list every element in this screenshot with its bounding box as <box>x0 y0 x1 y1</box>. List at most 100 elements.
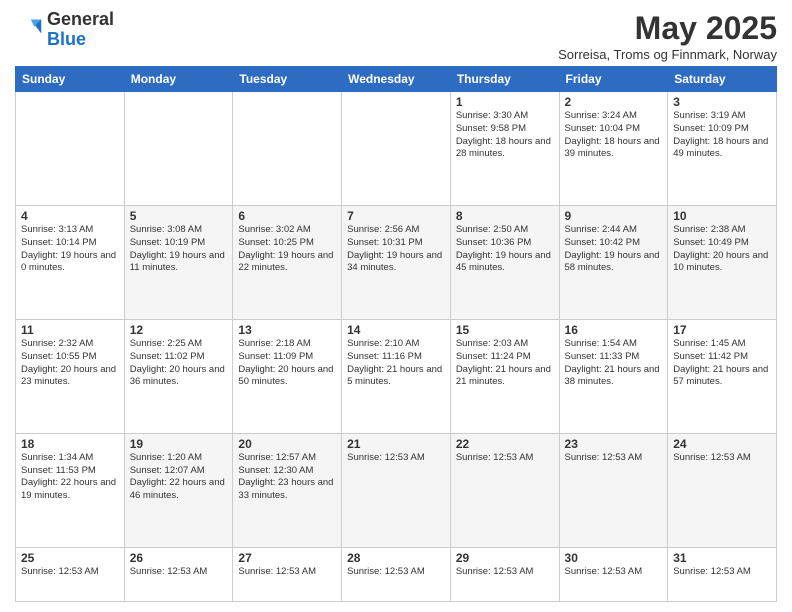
day-info: Sunrise: 2:50 AM Sunset: 10:36 PM Daylig… <box>456 224 554 275</box>
day-info: Sunrise: 2:38 AM Sunset: 10:49 PM Daylig… <box>673 224 771 275</box>
day-number: 20 <box>238 437 336 451</box>
day-number: 16 <box>565 323 663 337</box>
header: General Blue May 2025 Sorreisa, Troms og… <box>15 10 777 62</box>
day-number: 4 <box>21 209 119 223</box>
day-cell: 18Sunrise: 1:34 AM Sunset: 11:53 PM Dayl… <box>16 433 125 547</box>
day-cell: 6Sunrise: 3:02 AM Sunset: 10:25 PM Dayli… <box>233 205 342 319</box>
day-number: 6 <box>238 209 336 223</box>
day-cell: 17Sunrise: 1:45 AM Sunset: 11:42 PM Dayl… <box>668 319 777 433</box>
week-row-4: 18Sunrise: 1:34 AM Sunset: 11:53 PM Dayl… <box>16 433 777 547</box>
logo-general: General <box>47 9 114 29</box>
calendar-table: SundayMondayTuesdayWednesdayThursdayFrid… <box>15 66 777 602</box>
day-info: Sunrise: 2:18 AM Sunset: 11:09 PM Daylig… <box>238 338 336 389</box>
day-info: Sunrise: 2:56 AM Sunset: 10:31 PM Daylig… <box>347 224 445 275</box>
day-cell: 29Sunrise: 12:53 AM <box>450 547 559 601</box>
header-row: SundayMondayTuesdayWednesdayThursdayFrid… <box>16 67 777 92</box>
day-cell: 28Sunrise: 12:53 AM <box>342 547 451 601</box>
day-info: Sunrise: 3:30 AM Sunset: 9:58 PM Dayligh… <box>456 110 554 161</box>
day-number: 23 <box>565 437 663 451</box>
day-cell: 25Sunrise: 12:53 AM <box>16 547 125 601</box>
day-info: Sunrise: 1:54 AM Sunset: 11:33 PM Daylig… <box>565 338 663 389</box>
day-info: Sunrise: 1:20 AM Sunset: 12:07 AM Daylig… <box>130 452 228 503</box>
day-cell: 21Sunrise: 12:53 AM <box>342 433 451 547</box>
day-info: Sunrise: 2:10 AM Sunset: 11:16 PM Daylig… <box>347 338 445 389</box>
day-number: 26 <box>130 551 228 565</box>
day-cell: 7Sunrise: 2:56 AM Sunset: 10:31 PM Dayli… <box>342 205 451 319</box>
day-number: 1 <box>456 95 554 109</box>
day-info: Sunrise: 3:02 AM Sunset: 10:25 PM Daylig… <box>238 224 336 275</box>
day-info: Sunrise: 12:53 AM <box>347 566 445 579</box>
day-cell: 8Sunrise: 2:50 AM Sunset: 10:36 PM Dayli… <box>450 205 559 319</box>
day-number: 19 <box>130 437 228 451</box>
day-cell: 11Sunrise: 2:32 AM Sunset: 10:55 PM Dayl… <box>16 319 125 433</box>
day-cell: 10Sunrise: 2:38 AM Sunset: 10:49 PM Dayl… <box>668 205 777 319</box>
day-info: Sunrise: 2:32 AM Sunset: 10:55 PM Daylig… <box>21 338 119 389</box>
day-cell: 22Sunrise: 12:53 AM <box>450 433 559 547</box>
day-number: 10 <box>673 209 771 223</box>
day-info: Sunrise: 12:53 AM <box>673 566 771 579</box>
day-number: 7 <box>347 209 445 223</box>
day-cell: 13Sunrise: 2:18 AM Sunset: 11:09 PM Dayl… <box>233 319 342 433</box>
week-row-2: 4Sunrise: 3:13 AM Sunset: 10:14 PM Dayli… <box>16 205 777 319</box>
day-number: 18 <box>21 437 119 451</box>
day-number: 2 <box>565 95 663 109</box>
day-cell <box>342 92 451 206</box>
day-number: 3 <box>673 95 771 109</box>
day-cell: 27Sunrise: 12:53 AM <box>233 547 342 601</box>
page: General Blue May 2025 Sorreisa, Troms og… <box>0 0 792 612</box>
day-cell: 1Sunrise: 3:30 AM Sunset: 9:58 PM Daylig… <box>450 92 559 206</box>
day-number: 14 <box>347 323 445 337</box>
week-row-3: 11Sunrise: 2:32 AM Sunset: 10:55 PM Dayl… <box>16 319 777 433</box>
logo-text: General Blue <box>47 10 114 50</box>
day-cell: 12Sunrise: 2:25 AM Sunset: 11:02 PM Dayl… <box>124 319 233 433</box>
day-info: Sunrise: 1:34 AM Sunset: 11:53 PM Daylig… <box>21 452 119 503</box>
week-row-5: 25Sunrise: 12:53 AM26Sunrise: 12:53 AM27… <box>16 547 777 601</box>
day-info: Sunrise: 3:13 AM Sunset: 10:14 PM Daylig… <box>21 224 119 275</box>
day-info: Sunrise: 3:19 AM Sunset: 10:09 PM Daylig… <box>673 110 771 161</box>
col-header-wednesday: Wednesday <box>342 67 451 92</box>
day-number: 5 <box>130 209 228 223</box>
logo-blue: Blue <box>47 29 86 49</box>
day-number: 28 <box>347 551 445 565</box>
day-number: 12 <box>130 323 228 337</box>
day-cell: 9Sunrise: 2:44 AM Sunset: 10:42 PM Dayli… <box>559 205 668 319</box>
day-number: 13 <box>238 323 336 337</box>
col-header-sunday: Sunday <box>16 67 125 92</box>
day-cell: 31Sunrise: 12:53 AM <box>668 547 777 601</box>
day-cell: 4Sunrise: 3:13 AM Sunset: 10:14 PM Dayli… <box>16 205 125 319</box>
day-number: 11 <box>21 323 119 337</box>
day-cell: 5Sunrise: 3:08 AM Sunset: 10:19 PM Dayli… <box>124 205 233 319</box>
day-cell: 3Sunrise: 3:19 AM Sunset: 10:09 PM Dayli… <box>668 92 777 206</box>
day-number: 9 <box>565 209 663 223</box>
day-info: Sunrise: 12:53 AM <box>565 566 663 579</box>
day-number: 15 <box>456 323 554 337</box>
day-info: Sunrise: 12:53 AM <box>21 566 119 579</box>
day-info: Sunrise: 12:53 AM <box>456 452 554 465</box>
day-cell: 26Sunrise: 12:53 AM <box>124 547 233 601</box>
day-info: Sunrise: 12:53 AM <box>456 566 554 579</box>
day-cell: 23Sunrise: 12:53 AM <box>559 433 668 547</box>
day-number: 27 <box>238 551 336 565</box>
day-cell: 14Sunrise: 2:10 AM Sunset: 11:16 PM Dayl… <box>342 319 451 433</box>
day-info: Sunrise: 12:53 AM <box>565 452 663 465</box>
day-info: Sunrise: 12:57 AM Sunset: 12:30 AM Dayli… <box>238 452 336 503</box>
day-cell <box>124 92 233 206</box>
week-row-1: 1Sunrise: 3:30 AM Sunset: 9:58 PM Daylig… <box>16 92 777 206</box>
day-cell: 2Sunrise: 3:24 AM Sunset: 10:04 PM Dayli… <box>559 92 668 206</box>
day-info: Sunrise: 12:53 AM <box>347 452 445 465</box>
day-cell <box>16 92 125 206</box>
day-number: 31 <box>673 551 771 565</box>
day-cell: 19Sunrise: 1:20 AM Sunset: 12:07 AM Dayl… <box>124 433 233 547</box>
day-info: Sunrise: 2:44 AM Sunset: 10:42 PM Daylig… <box>565 224 663 275</box>
day-number: 21 <box>347 437 445 451</box>
col-header-tuesday: Tuesday <box>233 67 342 92</box>
logo: General Blue <box>15 10 114 50</box>
day-number: 17 <box>673 323 771 337</box>
day-cell: 30Sunrise: 12:53 AM <box>559 547 668 601</box>
day-cell: 16Sunrise: 1:54 AM Sunset: 11:33 PM Dayl… <box>559 319 668 433</box>
day-info: Sunrise: 12:53 AM <box>130 566 228 579</box>
day-number: 8 <box>456 209 554 223</box>
day-number: 24 <box>673 437 771 451</box>
day-info: Sunrise: 12:53 AM <box>673 452 771 465</box>
day-number: 29 <box>456 551 554 565</box>
